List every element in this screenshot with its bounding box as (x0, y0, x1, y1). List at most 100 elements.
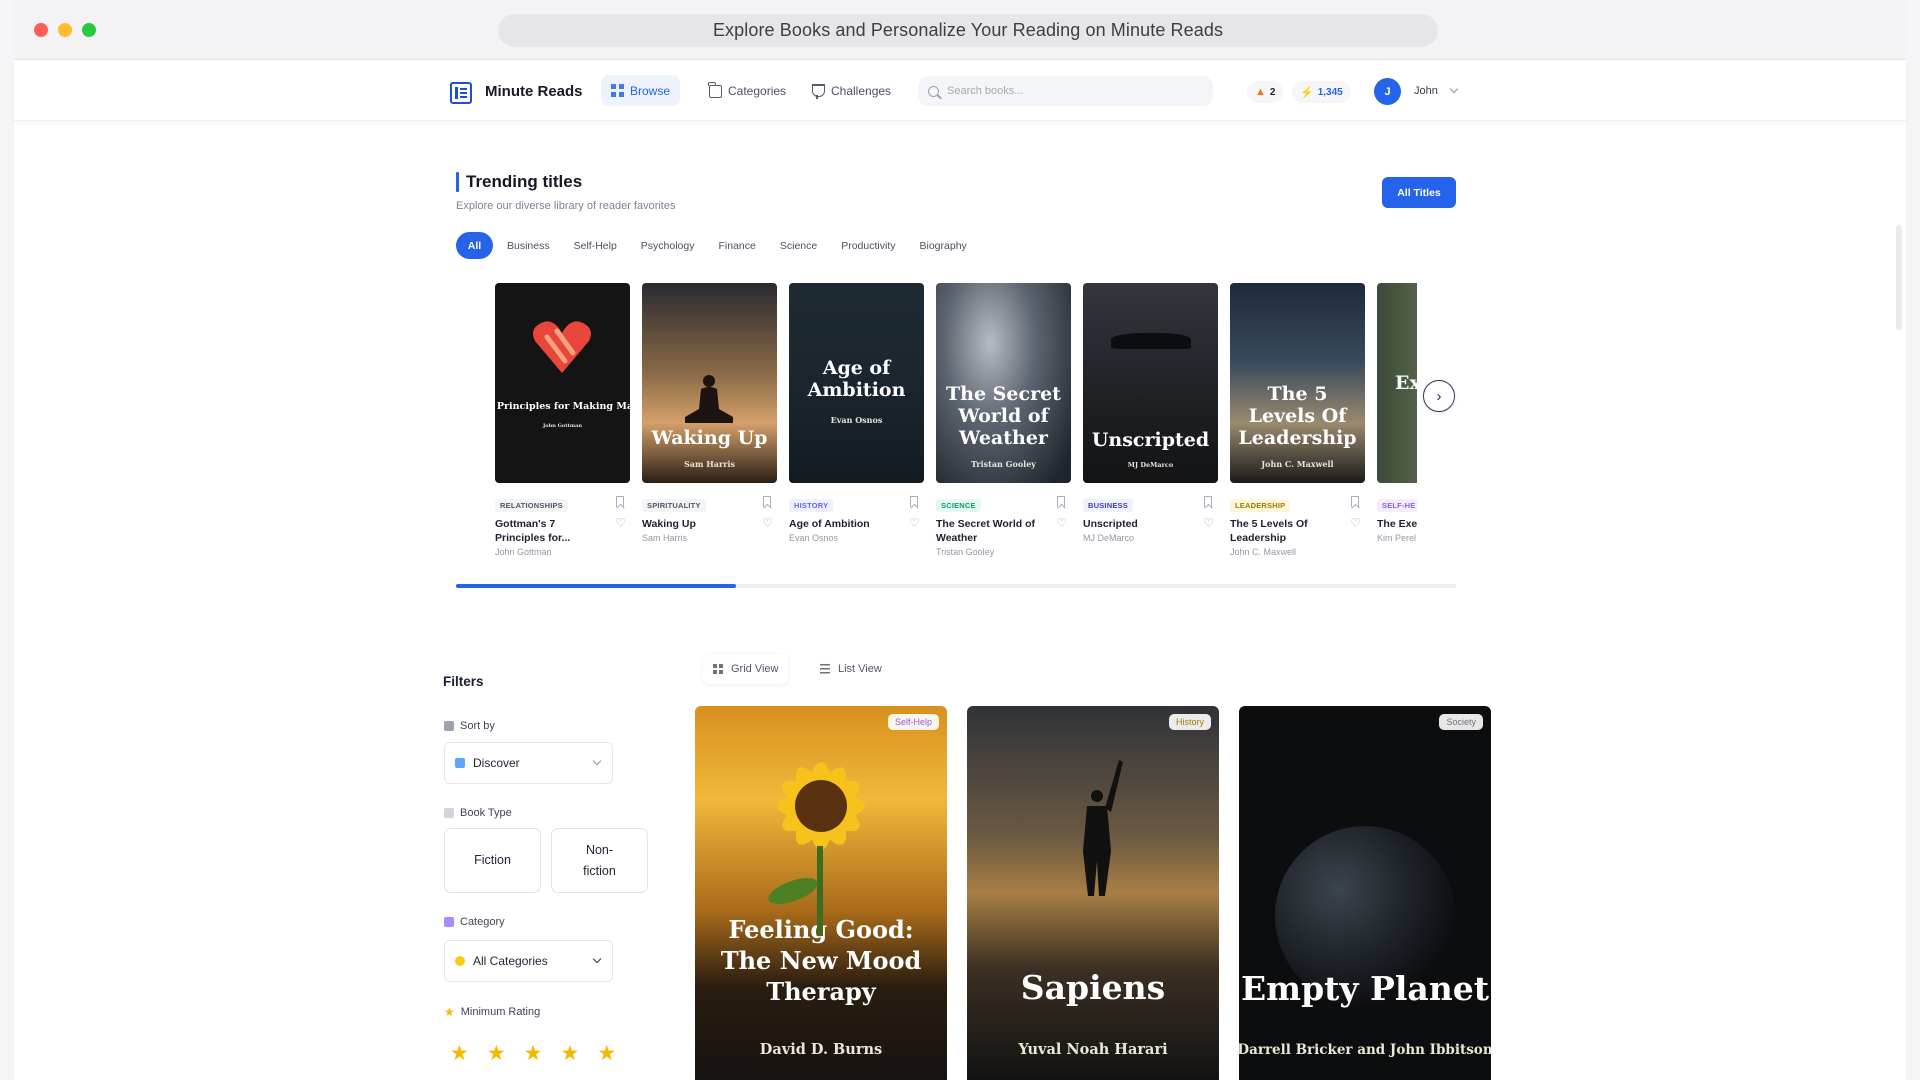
bookmark-icon[interactable] (1351, 496, 1359, 507)
book-title[interactable]: The Secret World of Weather (936, 517, 1044, 545)
list-view-button[interactable]: List View (810, 654, 892, 684)
book-card[interactable]: 7 Principles for Making Mar John Gottman… (495, 283, 630, 563)
book-grid-card[interactable]: Society Empty Planet Darrell Bricker and… (1239, 706, 1491, 1080)
book-cover[interactable]: Waking Up Sam Harris (642, 283, 777, 483)
book-card[interactable]: Waking Up Sam Harris SPIRITUALITY ♡ Waki… (642, 283, 777, 563)
genre-tag: SPIRITUALITY (642, 499, 706, 512)
nav-categories[interactable]: Categories (699, 75, 796, 106)
chip-productivity[interactable]: Productivity (831, 232, 905, 259)
chip-biography[interactable]: Biography (910, 232, 977, 259)
bookmark-icon[interactable] (763, 496, 771, 507)
brand-name[interactable]: Minute Reads (485, 83, 583, 100)
streak-value: 2 (1269, 86, 1276, 98)
chevron-down-icon[interactable] (1449, 84, 1459, 94)
zoom-window-button[interactable] (82, 23, 96, 37)
all-titles-button[interactable]: All Titles (1382, 177, 1456, 208)
nonfiction-button[interactable]: Non-fiction (551, 828, 648, 893)
cover-author: John C. Maxwell (1261, 459, 1334, 469)
book-title[interactable]: Age of Ambition (789, 517, 897, 531)
points-counter[interactable]: ⚡ 1,345 (1292, 81, 1351, 103)
chip-psychology[interactable]: Psychology (631, 232, 705, 259)
book-author: Kim Perel (1377, 533, 1417, 543)
car-silhouette (1111, 333, 1191, 349)
chip-science[interactable]: Science (770, 232, 827, 259)
sparkle-icon (455, 956, 465, 966)
carousel-progress[interactable] (456, 584, 1456, 588)
book-card[interactable]: Unscripted MJ DeMarco BUSINESS ♡ Unscrip… (1083, 283, 1218, 563)
chip-all[interactable]: All (456, 232, 493, 259)
heart-icon[interactable]: ♡ (1350, 517, 1361, 529)
minimize-window-button[interactable] (58, 23, 72, 37)
book-cover[interactable]: The Secret World of Weather Tristan Gool… (936, 283, 1071, 483)
book-title[interactable]: Gottman's 7 Principles for... (495, 517, 603, 545)
close-window-button[interactable] (34, 23, 48, 37)
book-title[interactable]: Waking Up (642, 517, 750, 531)
heart-icon[interactable]: ♡ (1203, 517, 1214, 529)
book-meta: BUSINESS ♡ Unscripted MJ DeMarco (1083, 495, 1218, 563)
book-card[interactable]: The 5 Levels Of Leadership John C. Maxwe… (1230, 283, 1365, 563)
book-cover[interactable]: Ex (1377, 283, 1417, 483)
book-logo-icon[interactable] (450, 82, 472, 104)
chip-self-help[interactable]: Self-Help (564, 232, 627, 259)
trending-subtitle: Explore our diverse library of reader fa… (456, 200, 676, 212)
grid-view-button[interactable]: Grid View (703, 654, 789, 684)
category-select[interactable]: All Categories (444, 940, 613, 982)
book-cover-title: Sapiens (1020, 968, 1166, 1007)
book-type-label: Book Type (444, 807, 512, 819)
carousel-next-button[interactable]: › (1423, 380, 1455, 412)
book-title[interactable]: The Exe Factor (1377, 517, 1417, 531)
chevron-right-icon: › (1436, 387, 1442, 405)
window-frame-right (1906, 0, 1920, 1080)
book-cover[interactable]: Unscripted MJ DeMarco (1083, 283, 1218, 483)
bookmark-icon[interactable] (1057, 496, 1065, 507)
heart-icon[interactable]: ♡ (762, 517, 773, 529)
nav-browse-label: Browse (630, 83, 671, 98)
rating-label: ★ Minimum Rating (444, 1006, 540, 1018)
bookmark-icon[interactable] (910, 496, 918, 507)
book-card[interactable]: Ex SELF-HE The Exe Factor Kim Perel (1377, 283, 1417, 563)
chip-business[interactable]: Business (497, 232, 560, 259)
book-cover[interactable]: 7 Principles for Making Mar John Gottman (495, 283, 630, 483)
book-title[interactable]: The 5 Levels Of Leadership (1230, 517, 1338, 545)
avatar[interactable]: J (1374, 78, 1401, 105)
bookmark-icon[interactable] (616, 496, 624, 507)
book-card[interactable]: The Secret World of Weather Tristan Gool… (936, 283, 1071, 563)
nav-challenges[interactable]: Challenges (802, 75, 901, 106)
sort-select[interactable]: Discover (444, 742, 613, 784)
book-grid-card[interactable]: History Sapiens Yuval Noah Harari (967, 706, 1219, 1080)
heart-icon[interactable]: ♡ (909, 517, 920, 529)
raised-arm-figure-icon (1083, 760, 1123, 896)
heart-icon[interactable]: ♡ (1056, 517, 1067, 529)
book-card[interactable]: Age of Ambition Evan Osnos HISTORY ♡ Age… (789, 283, 924, 563)
rating-star-1[interactable]: ★ (450, 1043, 469, 1064)
search-input[interactable] (947, 85, 1187, 97)
rating-star-2[interactable]: ★ (487, 1043, 506, 1064)
heart-icon[interactable]: ♡ (615, 517, 626, 529)
book-type-label-text: Book Type (460, 807, 512, 819)
streak-counter[interactable]: ▲ 2 (1247, 81, 1284, 103)
user-name[interactable]: John (1414, 85, 1438, 97)
rating-star-5[interactable]: ★ (597, 1043, 616, 1064)
category-chips: All Business Self-Help Psychology Financ… (456, 232, 977, 259)
page-scrollbar[interactable] (1896, 225, 1902, 330)
book-cover[interactable]: The 5 Levels Of Leadership John C. Maxwe… (1230, 283, 1365, 483)
cover-title: Ex (1395, 372, 1417, 394)
book-cover-author: Darrell Bricker and John Ibbitson (1239, 1042, 1491, 1058)
rating-star-4[interactable]: ★ (560, 1043, 579, 1064)
book-meta: HISTORY ♡ Age of Ambition Evan Osnos (789, 495, 924, 563)
fiction-button[interactable]: Fiction (444, 828, 541, 893)
genre-badge: Self-Help (887, 714, 939, 730)
search-box[interactable] (918, 76, 1213, 106)
book-cover[interactable]: Age of Ambition Evan Osnos (789, 283, 924, 483)
nav-browse[interactable]: Browse (601, 75, 681, 106)
rating-star-3[interactable]: ★ (524, 1043, 543, 1064)
points-value: 1,345 (1317, 86, 1343, 98)
book-grid-card[interactable]: Self-Help Feeling Good: The New Mood The… (695, 706, 947, 1080)
list-icon (820, 664, 831, 674)
genre-tag: RELATIONSHIPS (495, 499, 568, 512)
chip-finance[interactable]: Finance (709, 232, 766, 259)
section-accent-bar (456, 172, 459, 192)
bookmark-icon[interactable] (1204, 496, 1212, 507)
book-title[interactable]: Unscripted (1083, 517, 1191, 531)
hands-heart-icon (533, 321, 591, 373)
